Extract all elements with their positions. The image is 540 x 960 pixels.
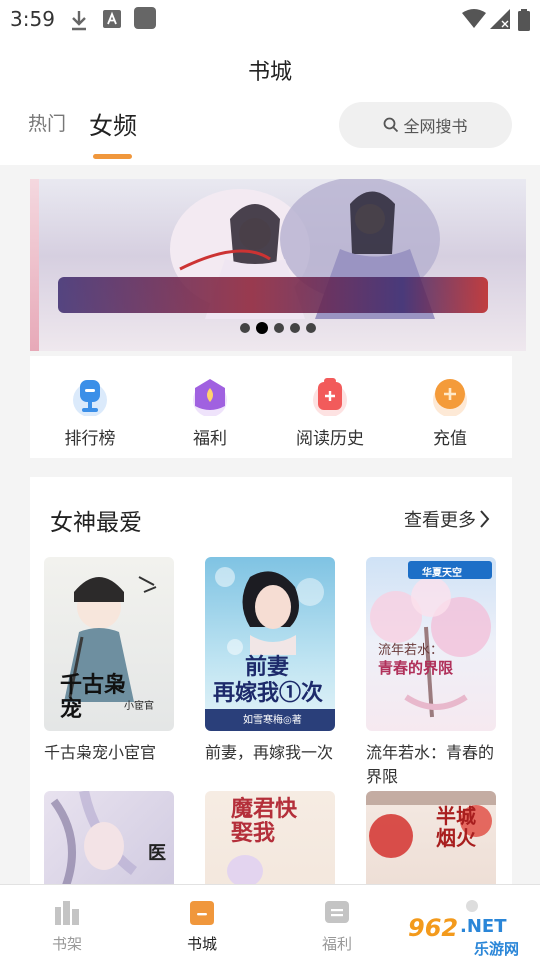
nav-bookstore[interactable]: 书城 bbox=[162, 885, 242, 960]
site-watermark: 962 .NET 乐游网 bbox=[402, 898, 538, 958]
tab-active-indicator bbox=[93, 154, 132, 159]
history-icon bbox=[313, 378, 347, 416]
book-card[interactable]: 前妻 再嫁我①次 如雪寒梅◎著 前妻，再嫁我一次 bbox=[205, 557, 335, 765]
app-notification-icon bbox=[134, 7, 156, 29]
nav-label: 书架 bbox=[51, 935, 82, 953]
nav-label: 书城 bbox=[186, 935, 217, 953]
bookshelf-icon bbox=[55, 901, 79, 925]
book-card[interactable]: 华夏天空 流年若水： 青春的界限 流年若水：青春的界限 bbox=[366, 557, 496, 789]
book-title: 前妻，再嫁我一次 bbox=[205, 743, 334, 762]
chevron-right-icon bbox=[480, 510, 490, 528]
status-bar: 3:59 bbox=[0, 0, 540, 40]
book-title: 千古枭宠小宦官 bbox=[44, 743, 157, 762]
battery-icon bbox=[518, 9, 530, 31]
cover-title-line2: 青春的界限 bbox=[378, 659, 454, 677]
search-label: 全网搜书 bbox=[403, 117, 468, 136]
banner-dot-active[interactable] bbox=[256, 322, 268, 334]
status-time: 3:59 bbox=[10, 7, 55, 31]
coin-icon bbox=[433, 379, 467, 416]
header: 书城 热门 女频 全网搜书 bbox=[0, 40, 540, 165]
banner-dot[interactable] bbox=[240, 323, 250, 333]
gift-icon bbox=[193, 379, 227, 416]
watermark-text: 乐游网 bbox=[474, 940, 520, 958]
quick-link-label: 福利 bbox=[193, 429, 227, 449]
book-title: 流年若水：青春的界限 bbox=[366, 743, 495, 786]
cover-subtitle: 小宦官 bbox=[124, 701, 154, 712]
cover-title: 医 bbox=[148, 843, 166, 864]
banner-dot[interactable] bbox=[290, 323, 300, 333]
promo-banner[interactable] bbox=[30, 179, 526, 351]
cover-publisher: 华夏天空 bbox=[422, 568, 462, 579]
tab-hot[interactable]: 热门 bbox=[28, 109, 66, 136]
section-title: 女神最爱 bbox=[50, 510, 142, 536]
book-section: 女神最爱 查看更多 千古枭宠 小宦官 千古枭宠小宦官 前妻 再嫁我①次 如雪寒梅… bbox=[30, 477, 512, 960]
download-icon bbox=[72, 11, 86, 31]
nav-bookshelf[interactable]: 书架 bbox=[27, 885, 107, 960]
quick-link-ranking[interactable]: 排行榜 bbox=[30, 356, 150, 458]
quick-link-label: 阅读历史 bbox=[296, 429, 364, 449]
translate-icon bbox=[103, 10, 121, 28]
nav-welfare[interactable]: 福利 bbox=[297, 885, 377, 960]
search-icon bbox=[384, 117, 399, 133]
banner-title-art bbox=[58, 277, 488, 313]
view-more-label: 查看更多 bbox=[404, 510, 476, 531]
quick-links: 排行榜 福利 阅读历史 充值 bbox=[30, 356, 512, 458]
welfare-icon bbox=[325, 901, 349, 923]
cover-title-line2: 再嫁我①次 bbox=[213, 680, 324, 706]
banner-dot[interactable] bbox=[306, 323, 316, 333]
trophy-icon bbox=[73, 380, 107, 416]
quick-link-recharge[interactable]: 充值 bbox=[390, 356, 510, 458]
banner-dots bbox=[30, 322, 526, 334]
cover-title: 千古枭宠 bbox=[60, 672, 127, 722]
banner-dot[interactable] bbox=[274, 323, 284, 333]
wifi-icon bbox=[462, 9, 486, 28]
cover-title: 半城烟火 bbox=[436, 804, 476, 850]
cover-title: 流年若水： bbox=[378, 643, 444, 658]
watermark-suffix: .NET bbox=[460, 916, 507, 937]
cover-author: 如雪寒梅◎著 bbox=[243, 715, 302, 726]
book-card[interactable]: 千古枭宠 小宦官 千古枭宠小宦官 bbox=[44, 557, 174, 765]
view-more-link[interactable]: 查看更多 bbox=[404, 506, 490, 532]
bookstore-icon bbox=[190, 901, 214, 925]
quick-link-label: 充值 bbox=[433, 429, 467, 449]
book-cover[interactable]: 华夏天空 流年若水： 青春的界限 bbox=[366, 557, 496, 731]
nav-label: 福利 bbox=[321, 935, 352, 953]
watermark-number: 962 bbox=[408, 914, 459, 942]
book-cover[interactable]: 前妻 再嫁我①次 如雪寒梅◎著 bbox=[205, 557, 335, 731]
tab-female[interactable]: 女频 bbox=[89, 106, 137, 141]
quick-link-label: 排行榜 bbox=[64, 429, 116, 449]
quick-link-history[interactable]: 阅读历史 bbox=[270, 356, 390, 458]
search-button[interactable]: 全网搜书 bbox=[339, 102, 512, 148]
page-title: 书城 bbox=[247, 60, 292, 85]
quick-link-welfare[interactable]: 福利 bbox=[150, 356, 270, 458]
book-cover[interactable]: 千古枭宠 小宦官 bbox=[44, 557, 174, 731]
signal-icon bbox=[490, 9, 510, 29]
